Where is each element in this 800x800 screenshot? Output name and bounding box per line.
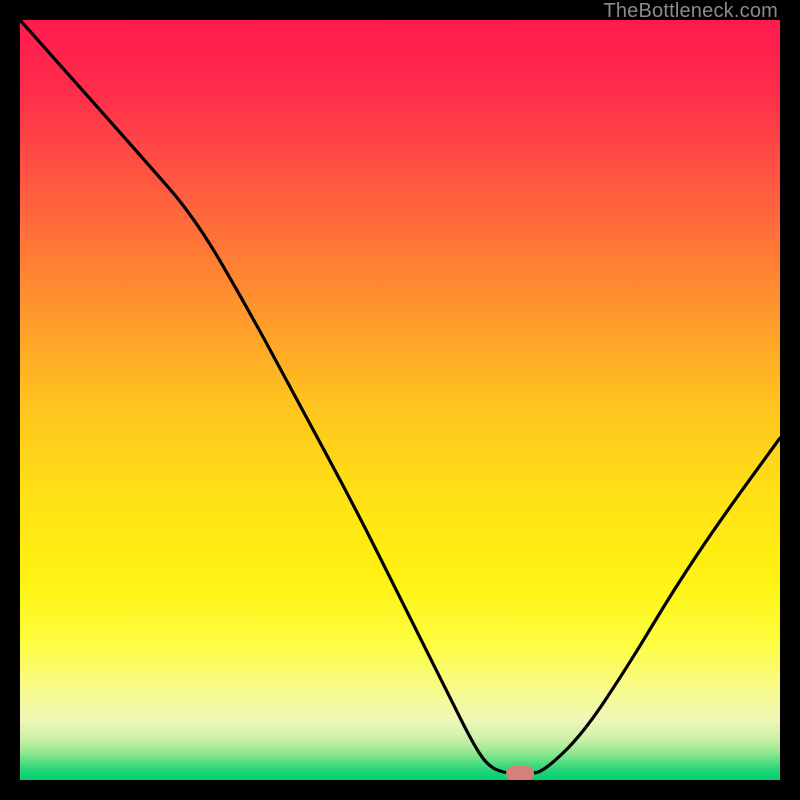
watermark-text: TheBottleneck.com bbox=[603, 0, 778, 23]
chart-frame: TheBottleneck.com bbox=[0, 0, 800, 800]
plot-area bbox=[20, 20, 780, 780]
optimal-marker bbox=[506, 766, 533, 780]
bottleneck-curve bbox=[20, 20, 780, 780]
